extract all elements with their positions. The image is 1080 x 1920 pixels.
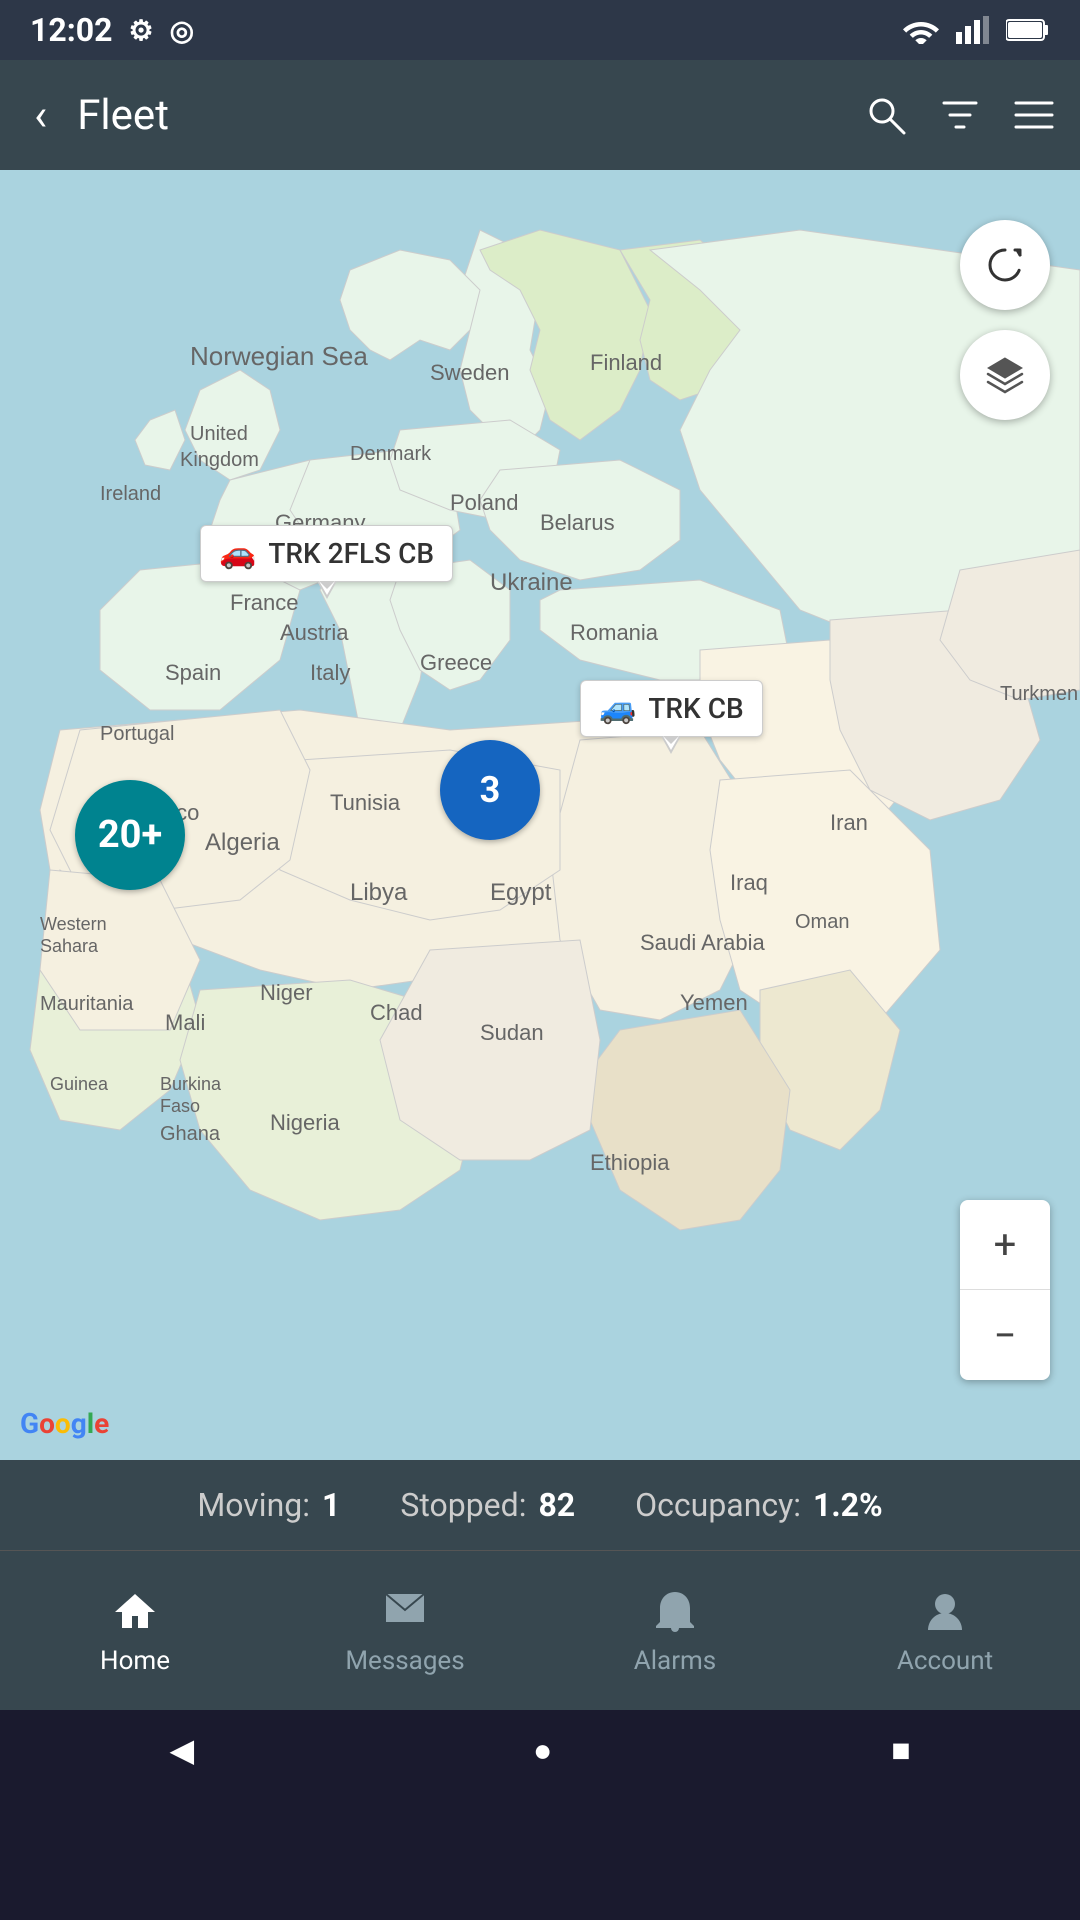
svg-text:Iran: Iran	[830, 810, 868, 835]
svg-text:Denmark: Denmark	[350, 443, 432, 465]
messages-icon	[380, 1586, 430, 1636]
zoom-controls: + −	[960, 1200, 1050, 1380]
wifi-icon	[902, 16, 940, 44]
stopped-status: Stopped: 82	[370, 1486, 605, 1524]
cluster-large[interactable]: 20+	[75, 780, 185, 890]
nav-account-label: Account	[897, 1646, 993, 1676]
svg-text:Austria: Austria	[280, 620, 349, 645]
google-logo: Google	[20, 1407, 109, 1440]
back-button[interactable]: ‹	[24, 79, 57, 151]
occupancy-label: Occupancy:	[635, 1486, 801, 1524]
svg-text:Ethiopia: Ethiopia	[590, 1150, 670, 1175]
menu-icon[interactable]	[1012, 93, 1056, 137]
svg-text:Romania: Romania	[570, 620, 659, 645]
refresh-button[interactable]	[960, 220, 1050, 310]
toolbar-icons	[864, 93, 1056, 137]
svg-text:Egypt: Egypt	[490, 879, 552, 906]
svg-text:Ireland: Ireland	[100, 483, 161, 505]
svg-text:Faso: Faso	[160, 1096, 200, 1116]
svg-text:Finland: Finland	[590, 350, 662, 375]
svg-text:Sudan: Sudan	[480, 1020, 544, 1045]
svg-text:Portugal: Portugal	[100, 723, 175, 745]
svg-text:Tunisia: Tunisia	[330, 790, 401, 815]
occupancy-status: Occupancy: 1.2%	[605, 1486, 913, 1524]
nav-account[interactable]: Account	[810, 1570, 1080, 1692]
svg-text:Sahara: Sahara	[40, 936, 99, 956]
nav-alarms[interactable]: Alarms	[540, 1570, 810, 1692]
status-time-area: 12:02 ⚙ ◎	[30, 11, 194, 49]
moving-status: Moving: 1	[167, 1486, 370, 1524]
status-right-icons	[902, 16, 1050, 44]
svg-text:Yemen: Yemen	[680, 990, 748, 1015]
vehicle-marker-1[interactable]: 🚗 TRK 2FLS CB	[200, 525, 453, 582]
svg-text:Poland: Poland	[450, 490, 519, 515]
svg-text:Burkina: Burkina	[160, 1074, 222, 1094]
fleet-status-bar: Moving: 1 Stopped: 82 Occupancy: 1.2%	[0, 1460, 1080, 1550]
map-container[interactable]: Norwegian Sea Norway Sweden Finland Unit…	[0, 170, 1080, 1460]
stopped-label: Stopped:	[400, 1486, 526, 1524]
battery-icon	[1006, 18, 1050, 42]
car-icon-red: 🚗	[219, 536, 256, 571]
svg-text:Guinea: Guinea	[50, 1074, 109, 1094]
stopped-value: 82	[538, 1486, 575, 1524]
svg-text:Greece: Greece	[420, 650, 492, 675]
svg-text:Norwegian Sea: Norwegian Sea	[190, 341, 368, 371]
zoom-in-button[interactable]: +	[960, 1200, 1050, 1290]
svg-text:Algeria: Algeria	[205, 829, 280, 856]
nav-home-label: Home	[100, 1646, 170, 1676]
car-icon-gray: 🚙	[599, 691, 636, 726]
svg-text:Sweden: Sweden	[430, 360, 510, 385]
svg-text:Ukraine: Ukraine	[490, 569, 573, 596]
status-bar: 12:02 ⚙ ◎	[0, 0, 1080, 60]
moving-label: Moving:	[197, 1486, 310, 1524]
nav-home[interactable]: Home	[0, 1570, 270, 1692]
search-icon[interactable]	[864, 93, 908, 137]
svg-text:Iraq: Iraq	[730, 870, 768, 895]
android-recent-button[interactable]: ■	[891, 1731, 910, 1769]
svg-text:Oman: Oman	[795, 911, 849, 933]
page-title: Fleet	[77, 91, 844, 140]
android-back-button[interactable]: ◀	[169, 1731, 194, 1769]
nav-messages-label: Messages	[345, 1646, 464, 1676]
svg-text:Belarus: Belarus	[540, 510, 615, 535]
svg-text:Niger: Niger	[260, 980, 313, 1005]
nav-messages[interactable]: Messages	[270, 1570, 540, 1692]
settings-icon: ⚙	[128, 14, 153, 47]
signal-icon	[956, 16, 990, 44]
vehicle-label-2: TRK CB	[648, 692, 743, 725]
svg-text:France: France	[230, 590, 298, 615]
map-controls	[960, 220, 1050, 420]
svg-text:Libya: Libya	[350, 879, 408, 906]
android-nav-bar: ◀ ● ■	[0, 1710, 1080, 1790]
home-icon	[110, 1586, 160, 1636]
zoom-out-button[interactable]: −	[960, 1290, 1050, 1380]
layers-button[interactable]	[960, 330, 1050, 420]
vehicle-label-1: TRK 2FLS CB	[268, 537, 434, 570]
svg-text:Spain: Spain	[165, 660, 221, 685]
alarms-icon	[650, 1586, 700, 1636]
vehicle-marker-2[interactable]: 🚙 TRK CB	[580, 680, 763, 737]
svg-text:Kingdom: Kingdom	[180, 449, 259, 471]
nav-alarms-label: Alarms	[634, 1646, 716, 1676]
svg-text:United: United	[190, 423, 248, 445]
svg-text:Ghana: Ghana	[160, 1123, 221, 1145]
android-home-button[interactable]: ●	[533, 1731, 552, 1769]
svg-text:Western: Western	[40, 914, 107, 934]
filter-icon[interactable]	[938, 93, 982, 137]
status-time: 12:02	[30, 11, 112, 49]
cluster-small[interactable]: 3	[440, 740, 540, 840]
bottom-navigation: Home Messages Alarms Account	[0, 1550, 1080, 1710]
target-icon: ◎	[170, 14, 194, 47]
occupancy-value: 1.2%	[813, 1486, 883, 1524]
svg-text:Turkmen: Turkmen	[1000, 683, 1078, 705]
svg-text:Nigeria: Nigeria	[270, 1110, 340, 1135]
svg-text:Mali: Mali	[165, 1010, 205, 1035]
toolbar: ‹ Fleet	[0, 60, 1080, 170]
svg-text:Mauritania: Mauritania	[40, 993, 134, 1015]
moving-value: 1	[322, 1486, 340, 1524]
svg-text:Saudi Arabia: Saudi Arabia	[640, 930, 766, 955]
svg-text:Italy: Italy	[310, 660, 350, 685]
account-icon	[920, 1586, 970, 1636]
svg-text:Chad: Chad	[370, 1000, 423, 1025]
